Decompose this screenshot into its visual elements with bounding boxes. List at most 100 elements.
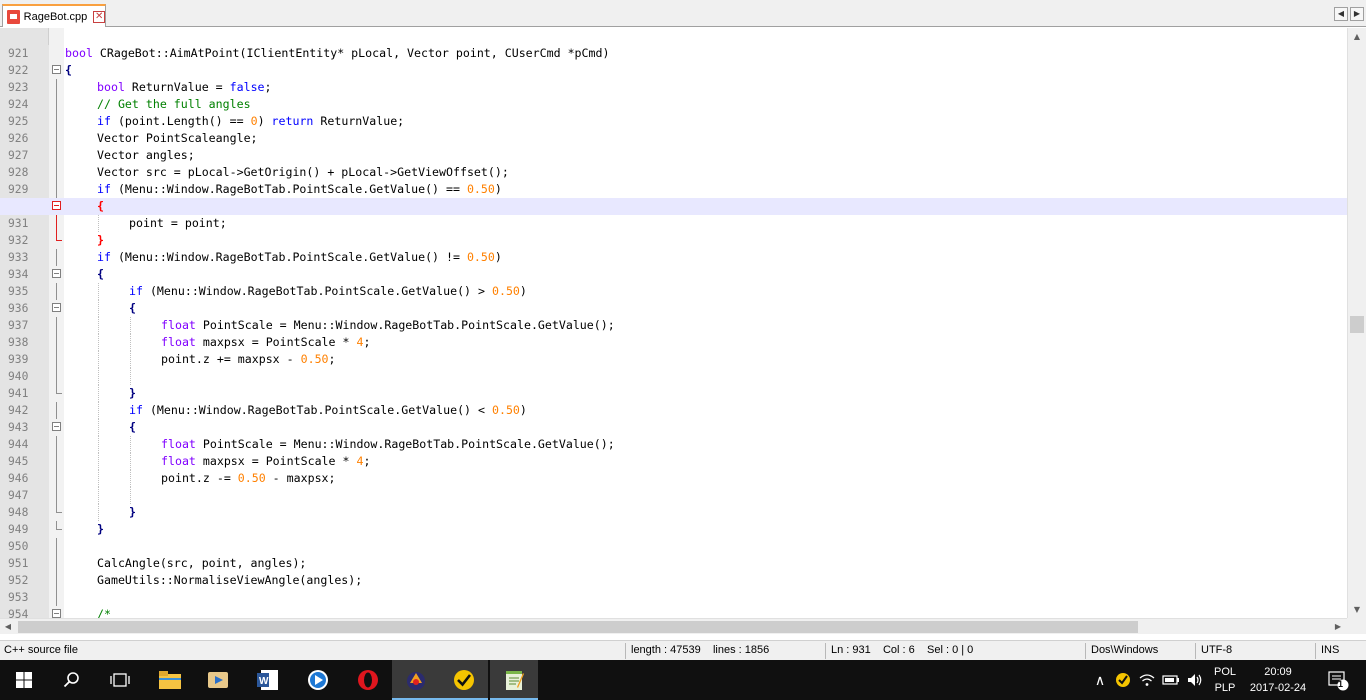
fold-toggle-icon[interactable] <box>52 609 61 618</box>
status-bar: C++ source file length : 47539 lines : 1… <box>0 640 1366 660</box>
code-line-current: 931 { <box>0 198 1347 232</box>
code-token: maxpsx = PointScale * <box>195 335 357 349</box>
scroll-up-icon[interactable]: ▲ <box>1348 28 1366 45</box>
code-token: (Menu::Window.RageBotTab.PointScale.GetV… <box>142 284 492 298</box>
code-token: Vector src = pLocal->GetOrigin() + pLoca… <box>97 165 509 179</box>
taskbar-app-file-explorer[interactable] <box>146 660 194 700</box>
scroll-right-icon[interactable]: ▶ <box>1330 619 1346 635</box>
code-comment: // Get the full angles <box>97 97 251 111</box>
fold-toggle-icon[interactable] <box>52 269 61 278</box>
code-line: 950 } <box>0 521 1347 555</box>
tray-check-icon <box>1116 673 1130 687</box>
code-token: { <box>65 63 72 77</box>
code-token: PointScale = Menu::Window.RageBotTab.Poi… <box>195 437 615 451</box>
code-token: ReturnValue = <box>124 80 230 94</box>
speaker-icon <box>1188 674 1202 686</box>
search-icon <box>63 672 79 688</box>
fold-toggle-icon[interactable] <box>52 303 61 312</box>
code-token: ) <box>257 114 272 128</box>
code-token: Vector PointScaleangle; <box>97 131 258 145</box>
taskbar-app-game[interactable] <box>392 660 440 700</box>
clock-date: 2017-02-24 <box>1249 682 1307 694</box>
code-token: (Menu::Window.RageBotTab.PointScale.GetV… <box>142 403 492 417</box>
action-center-button[interactable]: 1 <box>1318 660 1358 700</box>
folder-icon <box>159 671 181 689</box>
code-line: 926 if (point.Length() == 0) return Retu… <box>0 113 1347 147</box>
tab-scroll-right-button[interactable]: ▶ <box>1350 7 1364 21</box>
fold-toggle-icon[interactable] <box>52 65 61 74</box>
status-encoding[interactable]: UTF-8 <box>1197 641 1232 661</box>
code-token: Vector angles; <box>97 148 195 162</box>
vertical-scrollbar[interactable]: ▲ ▼ <box>1347 28 1366 618</box>
status-eol-format[interactable]: Dos\Windows <box>1087 641 1158 661</box>
code-token: ; <box>264 80 272 94</box>
code-token: (Menu::Window.RageBotTab.PointScale.GetV… <box>110 250 467 264</box>
tab-ragebot-cpp[interactable]: RageBot.cpp ✕ <box>2 4 106 27</box>
code-token: false <box>229 80 265 94</box>
code-line: 941 <box>0 368 1347 402</box>
code-line: 925 // Get the full angles <box>0 96 1347 130</box>
tab-scroll-left-button[interactable]: ◀ <box>1334 7 1348 21</box>
code-token: float <box>161 318 196 332</box>
battery-plug-icon <box>1162 675 1179 685</box>
status-insert-mode[interactable]: INS <box>1317 641 1339 661</box>
scroll-left-icon[interactable]: ◀ <box>0 619 16 635</box>
tray-norton-icon[interactable] <box>1112 660 1134 700</box>
code-token: point.z += maxpsx - <box>161 352 301 366</box>
code-line: 933 } <box>0 232 1347 266</box>
fold-toggle-icon[interactable] <box>52 422 61 431</box>
status-file-type: C++ source file <box>4 644 78 656</box>
code-token: bool <box>97 80 125 94</box>
svg-text:W: W <box>259 676 269 687</box>
notepad-plus-plus-icon <box>506 671 524 690</box>
language-switcher[interactable]: POL PLP <box>1208 660 1242 700</box>
status-length-lines: length : 47539 lines : 1856 <box>631 644 770 656</box>
search-button[interactable] <box>48 660 96 700</box>
code-line: 942 } <box>0 385 1347 419</box>
code-token: 0.50 <box>237 471 266 485</box>
horizontal-scrollbar[interactable]: ◀ ▶ <box>0 618 1347 634</box>
wifi-icon <box>1139 674 1155 686</box>
taskbar-app-notepad-plus-plus[interactable] <box>490 660 538 700</box>
opera-icon <box>358 670 378 690</box>
code-token: 0.50 <box>491 403 520 417</box>
code-line: 923 { <box>0 62 1347 96</box>
scroll-down-icon[interactable]: ▼ <box>1348 601 1366 618</box>
start-button[interactable] <box>0 660 48 700</box>
code-token: if <box>129 284 143 298</box>
code-line: 934 if (Menu::Window.RageBotTab.PointSca… <box>0 249 1347 283</box>
fold-toggle-icon[interactable] <box>52 201 61 210</box>
code-line: 939 float maxpsx = PointScale * 4; <box>0 334 1347 368</box>
code-token: (Menu::Window.RageBotTab.PointScale.GetV… <box>110 182 467 196</box>
taskbar-app-norton[interactable] <box>440 660 488 700</box>
horizontal-scroll-thumb[interactable] <box>18 621 1138 633</box>
taskbar-app-word[interactable]: W <box>244 660 292 700</box>
play-circle-icon <box>308 670 328 690</box>
taskbar-app-media[interactable] <box>194 660 242 700</box>
tray-wifi-icon[interactable] <box>1136 660 1158 700</box>
windows-taskbar: W ∧ POL PLP 20:09 2017-02-24 1 <box>0 660 1366 700</box>
code-line: 951 <box>0 538 1347 572</box>
task-view-icon <box>110 673 130 687</box>
code-token: float <box>161 335 196 349</box>
code-editor[interactable]: 921 922 bool CRageBot::AimAtPoint(IClien… <box>0 28 1347 618</box>
tab-close-icon[interactable]: ✕ <box>93 10 105 23</box>
taskbar-app-opera[interactable] <box>344 660 392 700</box>
clock[interactable]: 20:09 2017-02-24 <box>1244 660 1312 700</box>
code-token: 0 <box>250 114 258 128</box>
taskbar-app-player[interactable] <box>294 660 342 700</box>
code-line: 943 if (Menu::Window.RageBotTab.PointSca… <box>0 402 1347 436</box>
code-token: 0.50 <box>466 182 495 196</box>
code-line: 936 if (Menu::Window.RageBotTab.PointSca… <box>0 283 1347 317</box>
vertical-scroll-thumb[interactable] <box>1350 316 1364 333</box>
code-token: maxpsx = PointScale * <box>195 454 357 468</box>
clock-time: 20:09 <box>1264 666 1292 678</box>
input-language: POL <box>1213 666 1236 678</box>
tray-volume-icon[interactable] <box>1184 660 1206 700</box>
code-token: } <box>97 233 104 247</box>
word-icon: W <box>257 670 278 690</box>
task-view-button[interactable] <box>96 660 144 700</box>
tray-battery-icon[interactable] <box>1160 660 1182 700</box>
code-token: ) <box>494 182 502 196</box>
show-hidden-icons-button[interactable]: ∧ <box>1090 660 1110 700</box>
